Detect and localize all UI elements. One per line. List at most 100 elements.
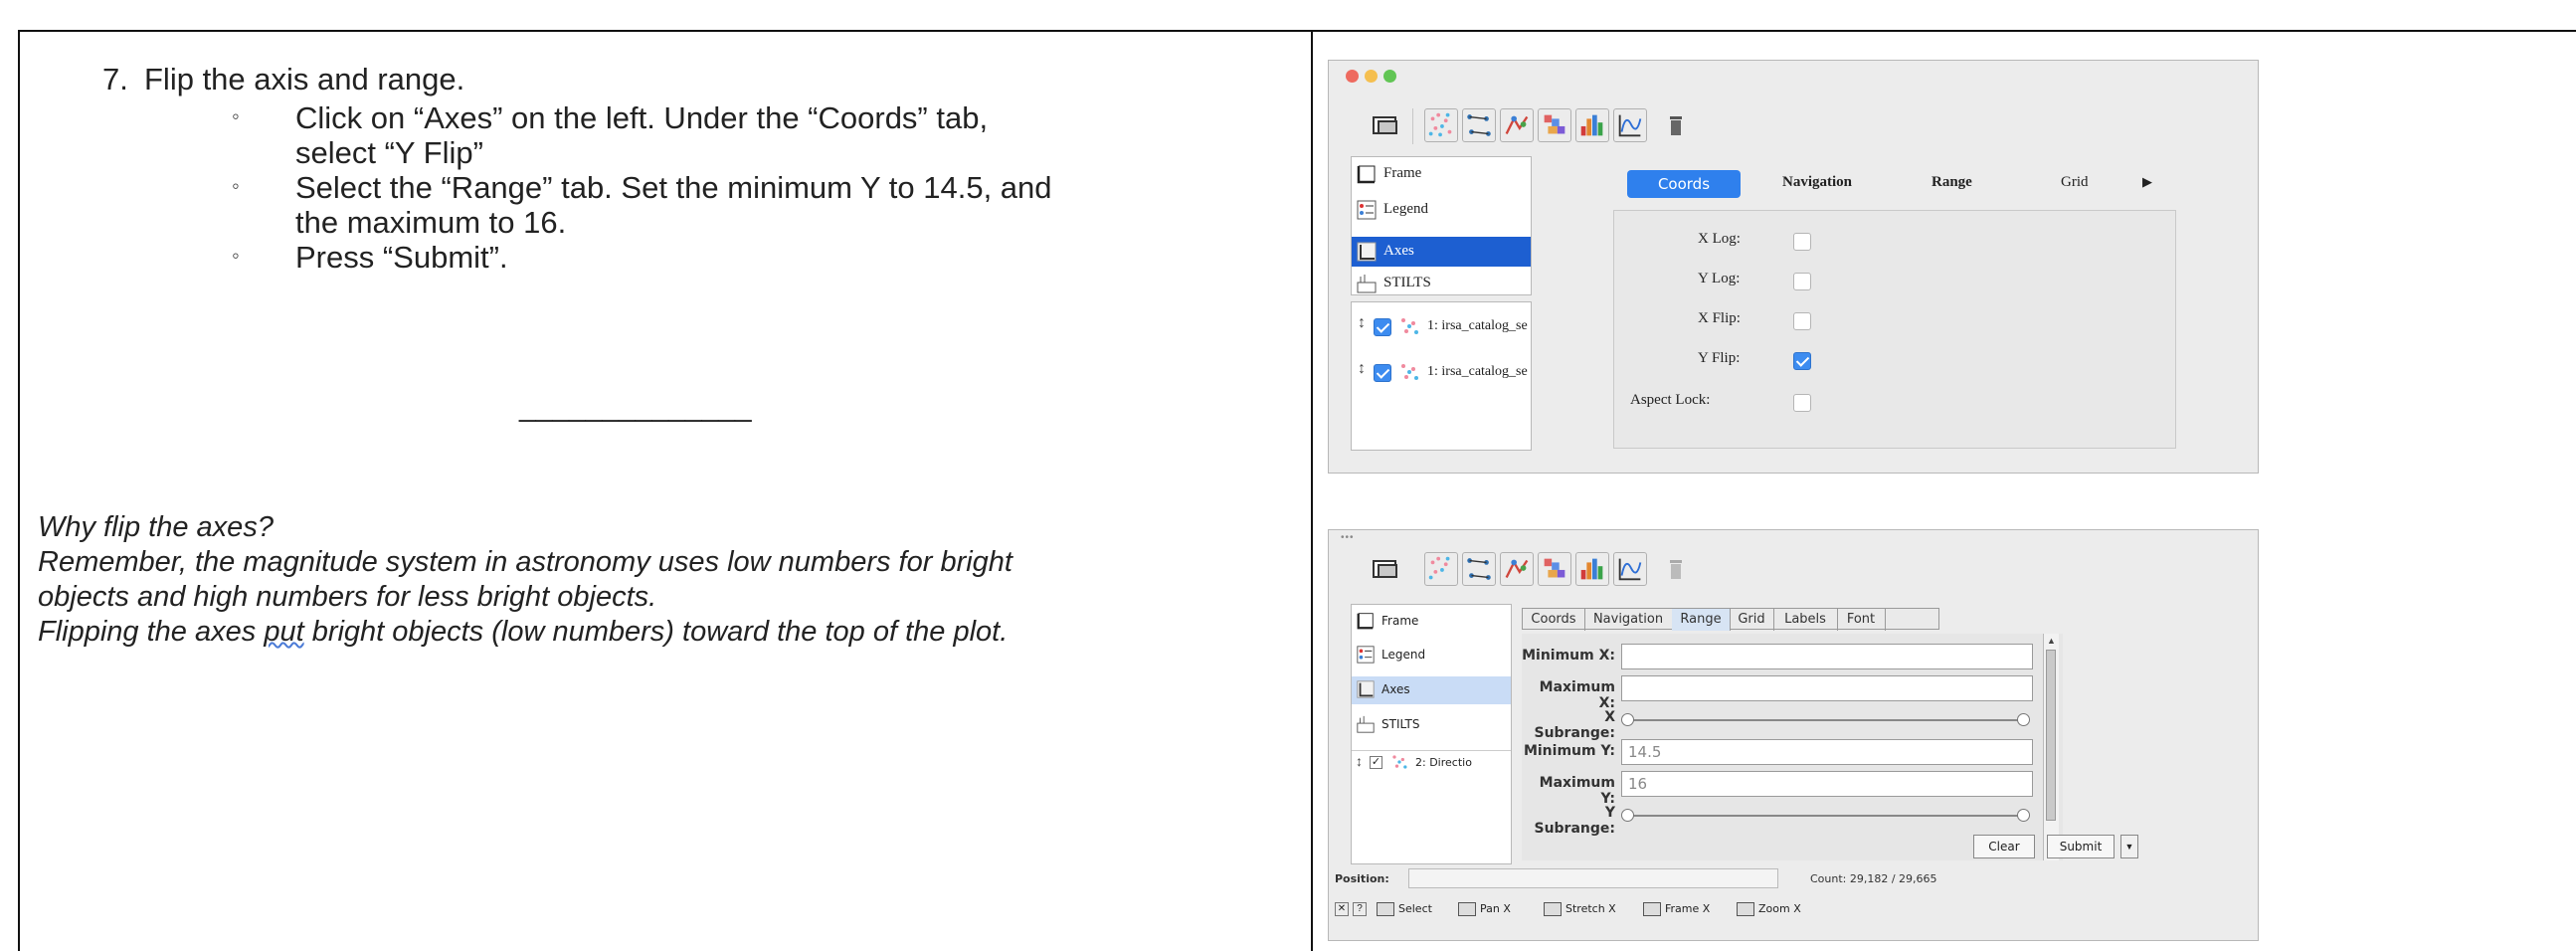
y-log-checkbox[interactable] <box>1793 273 1811 290</box>
clear-button[interactable]: Clear <box>1973 835 2035 858</box>
function-layer-icon[interactable] <box>1613 108 1647 142</box>
slider-handle-icon[interactable] <box>2017 713 2030 726</box>
layer-visible-checkbox[interactable] <box>1374 318 1391 336</box>
list-item-frame[interactable]: Frame <box>1352 611 1511 635</box>
bullet-1-line-2: select “Y Flip” <box>295 135 483 170</box>
drag-handle-icon[interactable]: ↕ <box>1358 360 1366 378</box>
list-item-frame[interactable]: Frame <box>1352 161 1531 189</box>
area-layer-icon[interactable] <box>1500 552 1534 586</box>
layer-row[interactable]: ↕ 1: irsa_catalog_se <box>1352 358 1531 388</box>
histogram-layer-icon[interactable] <box>1575 108 1609 142</box>
zoom-window-icon[interactable] <box>1383 70 1396 83</box>
y-subrange-label: Y Subrange: <box>1534 805 1615 837</box>
dropdown-arrow-icon[interactable]: ▼ <box>2120 835 2138 858</box>
count-readout: Count: 29,182 / 29,665 <box>1810 872 1937 885</box>
plot-window-range: ••• Frame Legend Axes STILTS ↕ ✓ 2: Dire… <box>1328 529 2259 941</box>
scatter-layer-icon[interactable] <box>1424 108 1458 142</box>
trash-icon[interactable] <box>1659 108 1693 142</box>
list-item-stilts[interactable]: STILTS <box>1352 714 1511 738</box>
slider-handle-icon[interactable] <box>1621 713 1634 726</box>
density-layer-icon[interactable] <box>1538 552 1571 586</box>
min-x-input[interactable] <box>1621 644 2033 669</box>
layer-visible-checkbox[interactable]: ✓ <box>1370 756 1382 769</box>
y-subrange-slider[interactable] <box>1621 809 2033 823</box>
bullet-2-line-1: Select the “Range” tab. Set the minimum … <box>295 170 1052 205</box>
function-layer-icon[interactable] <box>1613 552 1647 586</box>
frame-mode-label[interactable]: Frame X <box>1665 902 1710 915</box>
x-flip-label: X Flip: <box>1698 310 1741 326</box>
pair-layer-icon[interactable] <box>1462 552 1496 586</box>
tab-grid[interactable]: Grid <box>1730 609 1774 631</box>
help-icon[interactable]: ? <box>1353 902 1367 916</box>
y-flip-checkbox[interactable] <box>1793 352 1811 370</box>
y-flip-label: Y Flip: <box>1698 350 1741 366</box>
export-window-icon[interactable] <box>1369 108 1402 142</box>
pan-mode-icon[interactable] <box>1458 902 1476 916</box>
close-window-icon[interactable] <box>1346 70 1359 83</box>
list-item-legend[interactable]: Legend <box>1352 197 1531 225</box>
position-readout: Position: <box>1335 872 1389 885</box>
select-mode-icon[interactable] <box>1377 902 1394 916</box>
layer-visible-checkbox[interactable] <box>1374 364 1391 382</box>
tab-more-arrow-icon[interactable]: ▶ <box>2142 174 2152 190</box>
frame-mode-icon[interactable] <box>1643 902 1661 916</box>
layer-list: ↕ 1: irsa_catalog_se ↕ 1: irsa_catalog_s… <box>1351 301 1532 451</box>
tab-range[interactable]: Range <box>1672 609 1731 631</box>
close-icon[interactable]: ✕ <box>1335 902 1349 916</box>
slider-handle-icon[interactable] <box>1621 809 1634 822</box>
list-item-legend[interactable]: Legend <box>1352 645 1511 668</box>
tab-labels[interactable]: Labels <box>1773 609 1838 631</box>
scatter-layer-icon[interactable] <box>1424 552 1458 586</box>
tab-font[interactable]: Font <box>1837 609 1886 631</box>
tab-grid[interactable]: Grid <box>2061 174 2089 191</box>
area-layer-icon[interactable] <box>1500 108 1534 142</box>
submit-button[interactable]: Submit <box>2047 835 2115 858</box>
select-mode-label[interactable]: Select <box>1398 902 1432 915</box>
max-x-input[interactable] <box>1621 675 2033 701</box>
list-item-axes[interactable]: Axes <box>1352 676 1511 704</box>
stretch-mode-label[interactable]: Stretch X <box>1565 902 1616 915</box>
tab-navigation[interactable]: Navigation <box>1584 609 1673 631</box>
zoom-mode-label[interactable]: Zoom X <box>1758 902 1801 915</box>
zoom-mode-icon[interactable] <box>1737 902 1754 916</box>
tab-coords[interactable]: Coords <box>1523 609 1585 631</box>
x-flip-checkbox[interactable] <box>1793 312 1811 330</box>
max-y-input[interactable]: 16 <box>1621 771 2033 797</box>
export-window-icon[interactable] <box>1369 552 1402 586</box>
histogram-layer-icon[interactable] <box>1575 552 1609 586</box>
mode-bar: ✕ ? Select Pan X Stretch X Frame X Zoom … <box>1335 900 1971 924</box>
slider-handle-icon[interactable] <box>2017 809 2030 822</box>
frame-icon <box>1357 165 1376 184</box>
why-line-3: Flipping the axes put bright objects (lo… <box>38 615 1008 650</box>
pair-layer-icon[interactable] <box>1462 108 1496 142</box>
trash-icon[interactable] <box>1659 552 1693 586</box>
pan-mode-label[interactable]: Pan X <box>1480 902 1511 915</box>
layer-label: 1: irsa_catalog_se <box>1427 318 1528 333</box>
tab-navigation[interactable]: Navigation <box>1782 174 1852 191</box>
scroll-thumb[interactable] <box>2046 650 2056 821</box>
drag-handle-icon[interactable]: ↕ <box>1356 753 1363 769</box>
coords-pane: X Log: Y Log: X Flip: Y Flip: Aspect Loc… <box>1613 210 2176 449</box>
layer-row[interactable]: ↕ 1: irsa_catalog_se <box>1352 312 1531 342</box>
why-line-3-end: bright objects (low numbers) toward the … <box>303 616 1009 648</box>
layer-row[interactable]: ↕ ✓ 2: Directio <box>1352 750 1511 774</box>
toolbar-separator <box>1412 108 1413 144</box>
min-y-input[interactable]: 14.5 <box>1621 739 2033 765</box>
minimize-window-icon[interactable] <box>1365 70 1378 83</box>
tab-coords[interactable]: Coords <box>1627 170 1741 198</box>
x-log-checkbox[interactable] <box>1793 233 1811 251</box>
tab-range[interactable]: Range <box>1932 174 1972 191</box>
table-top-rule <box>18 30 2576 32</box>
drag-handle-icon[interactable]: ↕ <box>1358 314 1366 332</box>
aspect-lock-checkbox[interactable] <box>1793 394 1811 412</box>
stretch-mode-icon[interactable] <box>1544 902 1562 916</box>
list-item-axes[interactable]: Axes <box>1352 237 1531 267</box>
x-subrange-slider[interactable] <box>1621 713 2033 727</box>
control-list: Frame Legend Axes STILTS <box>1351 156 1532 295</box>
list-item-stilts[interactable]: STILTS <box>1352 271 1531 298</box>
scroll-up-icon[interactable]: ▲ <box>2047 636 2056 646</box>
plot-window-coords: Frame Legend Axes STILTS ↕ 1: irsa_catal… <box>1328 60 2259 474</box>
axes-tabs: Coords Navigation Range Grid ▶ <box>1627 170 2224 202</box>
density-layer-icon[interactable] <box>1538 108 1571 142</box>
vertical-scrollbar[interactable]: ▲ ▼ <box>2043 634 2059 860</box>
